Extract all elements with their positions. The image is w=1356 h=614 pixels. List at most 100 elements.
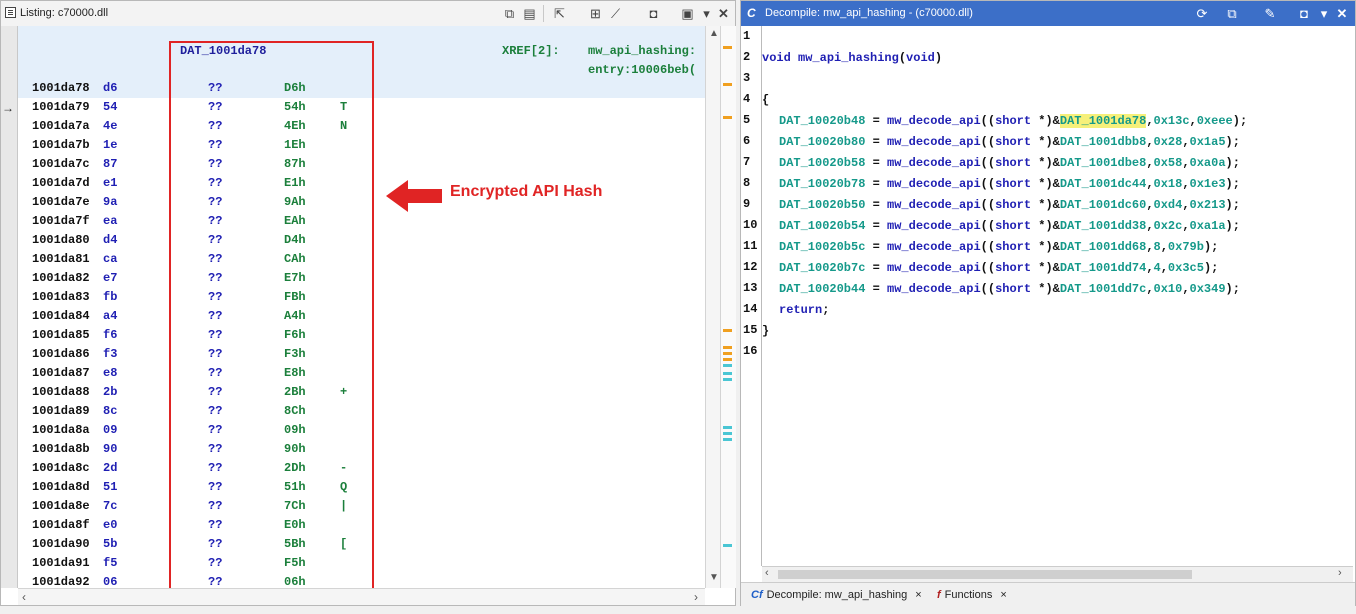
type-cast[interactable]: short xyxy=(995,219,1031,233)
code-line[interactable]: DAT_10020b80 = mw_decode_api((short *)&D… xyxy=(762,133,1240,152)
marker[interactable] xyxy=(723,364,732,367)
numeric-arg[interactable]: 0xa1a xyxy=(1190,219,1226,233)
data-reference[interactable]: DAT_1001dbe8 xyxy=(1060,156,1146,170)
marker[interactable] xyxy=(723,83,732,86)
close-tab-icon[interactable]: × xyxy=(1000,589,1006,601)
copy-icon[interactable]: ⧉ xyxy=(501,5,518,22)
scroll-down-icon[interactable]: ▼ xyxy=(709,572,719,583)
return-statement[interactable]: return; xyxy=(762,301,829,320)
snapshot-icon[interactable]: ◘ xyxy=(645,5,662,22)
tab-functions[interactable]: f Functions × xyxy=(937,586,1007,604)
scroll-left-icon[interactable]: ‹ xyxy=(22,590,26,604)
close-listing-button[interactable]: ✕ xyxy=(715,5,732,22)
numeric-arg[interactable]: 0x13c xyxy=(1154,114,1190,128)
marker-margin[interactable] xyxy=(720,26,736,588)
refresh-icon[interactable]: ⟳ xyxy=(1193,5,1211,22)
dropdown-icon[interactable]: ▾ xyxy=(698,5,715,22)
type-cast[interactable]: short xyxy=(995,261,1031,275)
data-reference[interactable]: DAT_1001da78 xyxy=(1059,114,1147,128)
data-reference[interactable]: DAT_1001dd7c xyxy=(1060,282,1146,296)
numeric-arg[interactable]: 0x10 xyxy=(1154,282,1183,296)
scroll-right-icon[interactable]: › xyxy=(694,590,698,604)
type-cast[interactable]: short xyxy=(995,282,1031,296)
type-cast[interactable]: short xyxy=(995,177,1031,191)
function-call[interactable]: mw_decode_api xyxy=(887,219,981,233)
code-line[interactable]: DAT_10020b7c = mw_decode_api((short *)&D… xyxy=(762,259,1218,278)
function-call[interactable]: mw_decode_api xyxy=(887,198,981,212)
numeric-arg[interactable]: 0x3c5 xyxy=(1168,261,1204,275)
global-var[interactable]: DAT_10020b7c xyxy=(762,261,865,275)
marker[interactable] xyxy=(723,426,732,429)
global-var[interactable]: DAT_10020b78 xyxy=(762,177,865,191)
paste-icon[interactable]: ▤ xyxy=(521,5,538,22)
data-reference[interactable]: DAT_1001dd74 xyxy=(1060,261,1146,275)
function-call[interactable]: mw_decode_api xyxy=(887,261,981,275)
numeric-arg[interactable]: 0x58 xyxy=(1154,156,1183,170)
numeric-arg[interactable]: 0x79b xyxy=(1168,240,1204,254)
scroll-right-icon[interactable]: › xyxy=(1338,567,1342,579)
dropdown-icon[interactable]: ▾ xyxy=(1315,5,1333,22)
xref-ref[interactable]: mw_api_hashing: xyxy=(588,44,696,58)
close-decompile-button[interactable]: ✕ xyxy=(1333,5,1351,22)
code-line[interactable]: DAT_10020b44 = mw_decode_api((short *)&D… xyxy=(762,280,1240,299)
chart-icon[interactable]: ⟋ xyxy=(607,5,624,22)
code-line[interactable]: DAT_10020b78 = mw_decode_api((short *)&D… xyxy=(762,175,1240,194)
numeric-arg[interactable]: 0x1e3 xyxy=(1190,177,1226,191)
field-edit-icon[interactable]: ⊞ xyxy=(587,5,604,22)
code-view[interactable]: void mw_api_hashing(void) { DAT_10020b48… xyxy=(762,26,1353,566)
close-tab-icon[interactable]: × xyxy=(915,589,921,601)
edit-icon[interactable]: ✎ xyxy=(1261,5,1279,22)
data-reference[interactable]: DAT_1001dbb8 xyxy=(1060,135,1146,149)
function-call[interactable]: mw_decode_api xyxy=(887,177,981,191)
scroll-left-icon[interactable]: ‹ xyxy=(765,567,769,579)
global-var[interactable]: DAT_10020b58 xyxy=(762,156,865,170)
numeric-arg[interactable]: 0xd4 xyxy=(1154,198,1183,212)
numeric-arg[interactable]: 0x18 xyxy=(1154,177,1183,191)
function-call[interactable]: mw_decode_api xyxy=(887,135,981,149)
type-cast[interactable]: short xyxy=(995,156,1031,170)
layout-icon[interactable]: ▣ xyxy=(679,5,696,22)
code-line[interactable]: DAT_10020b50 = mw_decode_api((short *)&D… xyxy=(762,196,1240,215)
marker[interactable] xyxy=(723,378,732,381)
marker[interactable] xyxy=(723,438,732,441)
code-line[interactable]: DAT_10020b58 = mw_decode_api((short *)&D… xyxy=(762,154,1240,173)
data-reference[interactable]: DAT_1001dd38 xyxy=(1060,219,1146,233)
data-reference[interactable]: DAT_1001dc44 xyxy=(1060,177,1146,191)
global-var[interactable]: DAT_10020b5c xyxy=(762,240,865,254)
numeric-arg[interactable]: 8 xyxy=(1154,240,1161,254)
type-cast[interactable]: short xyxy=(995,240,1031,254)
marker[interactable] xyxy=(723,329,732,332)
type-cast[interactable]: short xyxy=(995,114,1031,128)
function-call[interactable]: mw_decode_api xyxy=(887,282,981,296)
snapshot-icon[interactable]: ◘ xyxy=(1295,5,1313,22)
data-reference[interactable]: DAT_1001dd68 xyxy=(1060,240,1146,254)
listing-hscrollbar[interactable]: ‹ › xyxy=(18,588,705,605)
marker[interactable] xyxy=(723,116,732,119)
function-call[interactable]: mw_decode_api xyxy=(887,114,981,128)
numeric-arg[interactable]: 4 xyxy=(1154,261,1161,275)
code-line[interactable]: DAT_10020b54 = mw_decode_api((short *)&D… xyxy=(762,217,1240,236)
code-line[interactable]: DAT_10020b48 = mw_decode_api((short *)&D… xyxy=(762,112,1247,131)
global-var[interactable]: DAT_10020b54 xyxy=(762,219,865,233)
numeric-arg[interactable]: 0x1a5 xyxy=(1190,135,1226,149)
marker[interactable] xyxy=(723,352,732,355)
global-var[interactable]: DAT_10020b44 xyxy=(762,282,865,296)
tab-decompile[interactable]: Cf Decompile: mw_api_hashing × xyxy=(751,586,922,604)
marker[interactable] xyxy=(723,544,732,547)
type-cast[interactable]: short xyxy=(995,135,1031,149)
numeric-arg[interactable]: 0x28 xyxy=(1154,135,1183,149)
marker[interactable] xyxy=(723,346,732,349)
code-line[interactable]: DAT_10020b5c = mw_decode_api((short *)&D… xyxy=(762,238,1218,257)
function-call[interactable]: mw_decode_api xyxy=(887,156,981,170)
numeric-arg[interactable]: 0x2c xyxy=(1154,219,1183,233)
copy-icon[interactable]: ⧉ xyxy=(1223,5,1241,22)
global-var[interactable]: DAT_10020b48 xyxy=(762,114,865,128)
marker[interactable] xyxy=(723,372,732,375)
function-call[interactable]: mw_decode_api xyxy=(887,240,981,254)
marker[interactable] xyxy=(723,432,732,435)
scroll-up-icon[interactable]: ▲ xyxy=(709,28,719,39)
global-var[interactable]: DAT_10020b50 xyxy=(762,198,865,212)
function-signature[interactable]: void mw_api_hashing(void) xyxy=(762,49,942,68)
marker[interactable] xyxy=(723,46,732,49)
decompile-hscrollbar[interactable]: ‹ › xyxy=(762,566,1353,582)
